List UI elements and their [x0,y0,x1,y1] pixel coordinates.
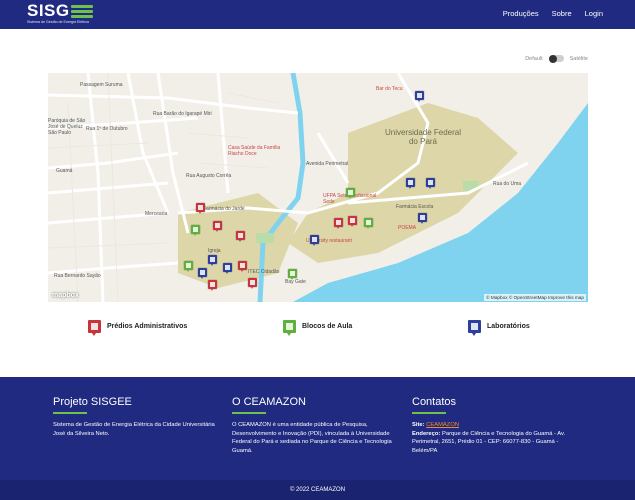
footer-contatos-title: Contatos [412,396,457,408]
legend-lab-label: Laboratórios [487,323,530,330]
title-underline [53,412,87,414]
map-style-toggle: Default Satélite [525,54,588,63]
admin-building-icon [88,320,101,336]
marker-admin[interactable] [248,278,257,289]
marker-lab[interactable] [426,178,435,189]
nav-login[interactable]: Login [585,9,603,18]
label-casa-saude: Casa Saúde da Família Riacho Doce [228,145,281,157]
label-paroquia: Paróquia de São José de Queluz São Paulo [48,118,86,136]
label-itec: ITEC Cidadão [248,269,280,275]
footer-site: Site: CEAMAZON [412,421,584,430]
nav-sobre[interactable]: Sobre [552,9,572,18]
nav-links: Produções Sobre Login [503,9,603,18]
marker-lab[interactable] [406,178,415,189]
label-farmacia-escola: Farmácia Escola [396,204,434,210]
label-mercearia: Mercearia [145,211,168,217]
label-street6: Rua Bernardo Sayão [54,273,101,279]
label-farmacia-jarde: Farmácia do Jarde [203,206,245,212]
title-underline [232,412,266,414]
mapbox-logo[interactable]: mapbox [52,292,79,299]
marker-admin[interactable] [238,261,247,272]
footer-col-ceamazon: O CEAMAZON O CEAMAZON é uma entidade púb… [232,396,404,455]
label-guama: Guamá [56,168,73,174]
marker-aula[interactable] [288,269,297,280]
classroom-block-icon [283,320,296,336]
legend-lab: Laboratórios [468,320,530,336]
label-street2: Rua Barão do Igarapé Miri [153,111,212,117]
label-bar-tecu: Bar do Tecu [376,86,403,92]
toggle-default-label: Default [525,55,543,62]
label-street3: Rua 1º de Outubro [86,126,128,132]
address-label: Endereço: [412,430,441,437]
marker-lab[interactable] [208,255,217,266]
marker-aula[interactable] [184,261,193,272]
map-attribution[interactable]: © Mapbox © OpenStreetMap Improve this ma… [484,294,586,301]
nav-producoes[interactable]: Produções [503,9,539,18]
site-label: Site: [412,422,425,428]
title-underline [412,412,446,414]
marker-admin[interactable] [236,231,245,242]
label-poema: POEMA [398,225,417,231]
marker-lab[interactable] [223,263,232,274]
marker-lab[interactable] [198,268,207,279]
footer-projeto-title: Projeto SISGEE [53,396,132,408]
logo-bars-icon [71,5,93,19]
footer-col-projeto: Projeto SISGEE Sistema de Gestão de Ener… [53,396,223,438]
marker-admin[interactable] [213,221,222,232]
map-legend: Prédios Administrativos Blocos de Aula L… [0,320,635,340]
label-bay-gate: Bay Gate [285,279,306,285]
logo-text: SISG [27,1,70,20]
map-style-switch[interactable] [548,54,564,63]
marker-aula[interactable] [346,188,355,199]
footer-ceamazon-text: O CEAMAZON é uma entidade pública de Pes… [232,422,392,454]
marker-admin[interactable] [196,203,205,214]
logo-subtitle: Sistema de Gestão de Energia Elétrica [27,20,89,24]
footer-ceamazon-title: O CEAMAZON [232,396,306,408]
footer-address: Endereço: Parque de Ciência e Tecnologia… [412,430,584,456]
map-base [48,73,588,302]
marker-lab[interactable] [418,213,427,224]
label-street4: Rua Augusto Corrêa [186,173,232,179]
label-igreja: Igreja [208,248,221,254]
legend-aula-label: Blocos de Aula [302,323,353,330]
copyright: © 2022 CEAMAZON [0,480,635,500]
legend-admin: Prédios Administrativos [88,320,188,336]
footer-col-contatos: Contatos Site: CEAMAZON Endereço: Parque… [412,396,584,455]
label-street7: Rua do Uma [493,181,522,187]
marker-admin[interactable] [334,218,343,229]
label-street1: Passagem Suruma [80,82,123,88]
legend-aula: Blocos de Aula [283,320,353,336]
marker-lab[interactable] [310,235,319,246]
marker-lab[interactable] [415,91,424,102]
site-link[interactable]: CEAMAZON [426,422,459,428]
campus-map[interactable]: Passagem Suruma Rua Barão do Igarapé Mir… [48,73,588,302]
toggle-satellite-label: Satélite [569,55,588,62]
label-ufpa: Universidade Federal do Pará [384,128,462,146]
laboratory-icon [468,320,481,336]
label-street5: Avenida Perimetral [306,161,349,167]
footer: Projeto SISGEE Sistema de Gestão de Ener… [0,377,635,480]
legend-admin-label: Prédios Administrativos [107,323,188,330]
marker-admin[interactable] [208,280,217,291]
marker-aula[interactable] [364,218,373,229]
marker-aula[interactable] [191,225,200,236]
top-navbar: SISG Sistema de Gestão de Energia Elétri… [0,0,635,29]
footer-projeto-text: Sistema de Gestão de Energia Elétrica da… [53,422,215,437]
marker-admin[interactable] [348,216,357,227]
